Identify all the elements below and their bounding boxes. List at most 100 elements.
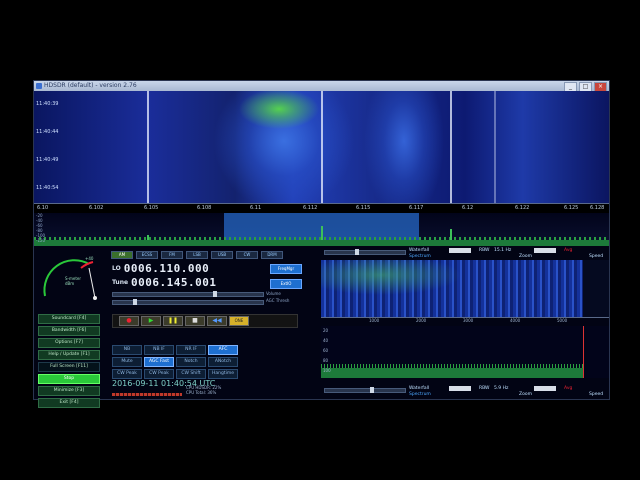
spectrum-peak [450,229,452,240]
af-db-label: 20 [323,328,329,333]
freqmgr-button[interactable]: FreqMgr [270,264,302,274]
soundcard-button[interactable]: Soundcard [F4] [38,314,100,324]
minimize-app-button[interactable]: Minimize [F3] [38,386,100,396]
db-label: -120 [36,238,46,243]
tab-drm[interactable]: DRM [261,251,283,259]
spectrum-label-2: Spectrum [409,392,431,397]
af-spectrum[interactable]: 20 40 60 80 100 [321,326,609,378]
s-meter-units: dBm [65,281,75,286]
freq-tick: 6.105 [144,205,159,211]
play-icon[interactable]: ▶ [141,316,161,326]
af-tick: 1000 [369,318,380,323]
speed-label-2: Speed [589,392,604,397]
agc-thresh-slider[interactable] [112,299,264,305]
tab-am[interactable]: AM [111,251,133,259]
freq-tick: 6.128 [590,205,605,211]
af-waterfall-empty [583,260,609,317]
waterfall-carrier-line [450,91,452,203]
loop-button[interactable]: ONE [229,316,249,326]
af-db-label: 40 [323,338,329,343]
waterfall-box-2[interactable] [449,386,471,391]
nb-button[interactable]: NB [112,345,142,355]
tab-lsb[interactable]: LSB [186,251,208,259]
cw-shift-button[interactable]: CW Shift [176,369,206,379]
freq-tick: 6.125 [564,205,579,211]
waterfall-box[interactable] [449,248,471,253]
nr-if-button[interactable]: NR IF [176,345,206,355]
waterfall-slider-2[interactable] [324,387,406,393]
rbw-label-2: RBW [479,386,490,391]
s-meter: +40 S-meter dBm [37,254,103,304]
dsp-button-grid: NB NB IF NR IF AFC Mute AGC Fast Notch A… [112,345,238,379]
control-panel: +40 S-meter dBm Soundcard [F4] Bandwidth… [34,246,609,408]
notch-button[interactable]: Notch [176,357,206,367]
waterfall-timestamp: 11:40:49 [36,157,59,163]
speed-label: Speed [589,254,604,259]
waterfall-slider[interactable] [324,249,406,255]
options-button[interactable]: Options [F7] [38,338,100,348]
exit-button[interactable]: Exit [F4] [38,398,100,408]
afc-button[interactable]: AFC [208,345,238,355]
spectrum-peak [147,235,149,240]
main-spectrum[interactable]: -20 -40 -60 -80 -100 -120 [34,213,609,246]
freq-tick: 6.115 [356,205,371,211]
tab-ecss[interactable]: ECSS [136,251,158,259]
spectrum-peak [321,226,323,240]
stop-button[interactable]: Stop [38,374,100,384]
af-controls-bottom: Waterfall RBW 5.9 Hz Avg Spectrum Zoom S… [324,386,609,397]
rewind-icon[interactable]: ◀◀ [207,316,227,326]
hangtime-button[interactable]: Hangtime [208,369,238,379]
freq-tick: 6.102 [89,205,104,211]
rbw-value-2[interactable]: 5.9 Hz [494,386,508,391]
freq-tick: 6.122 [515,205,530,211]
help-update-button[interactable]: Help / Update [F1] [38,350,100,360]
waterfall-label: Waterfall [409,248,430,253]
agc-thresh-label: AGC Thresh [266,298,290,303]
waterfall-carrier-line [494,91,496,203]
af-db-label: 60 [323,348,329,353]
title-bar[interactable]: HDSDR (default) - version 2.76 _ □ × [34,81,609,92]
full-screen-button[interactable]: Full Screen [F11] [38,362,100,372]
anotch-button[interactable]: ANotch [208,357,238,367]
freq-tick: 6.112 [303,205,318,211]
bandwidth-button[interactable]: Bandwidth [F6] [38,326,100,336]
avg-label: Avg [564,248,573,253]
mute-button[interactable]: Mute [112,357,142,367]
af-spectrum-floor [321,368,583,378]
af-db-label: 100 [323,368,331,373]
main-waterfall[interactable]: 11:40:39 11:40:44 11:40:49 11:40:54 [34,91,609,203]
waterfall-label-2: Waterfall [409,386,430,391]
volume-slider[interactable] [112,291,264,297]
avg-box[interactable] [534,248,556,253]
lo-frequency-display[interactable]: 0006.110.000 [124,262,209,275]
lo-frequency-row: LO 0006.110.000 [112,262,209,275]
tab-cw[interactable]: CW [236,251,258,259]
avg-box-2[interactable] [534,386,556,391]
cw-peak-button[interactable]: CW Peak [112,369,142,379]
tune-frequency-row: Tune 0006.145.001 [112,276,217,289]
tab-fm[interactable]: FM [161,251,183,259]
avg-label-2: Avg [564,386,573,391]
rbw-value[interactable]: 15.1 Hz [494,248,511,253]
transport-bar: ● ▶ ❚❚ ■ ◀◀ ONE [112,314,298,328]
rbw-label: RBW [479,248,490,253]
af-controls-top: Waterfall RBW 15.1 Hz Avg Spectrum Zoom … [324,248,609,259]
stop-icon[interactable]: ■ [185,316,205,326]
window-title: HDSDR (default) - version 2.76 [44,82,137,89]
tune-frequency-display[interactable]: 0006.145.001 [131,276,216,289]
record-icon[interactable]: ● [119,316,139,326]
cw-peak-button-2[interactable]: CW Peak [144,369,174,379]
agc-fast-button[interactable]: AGC Fast [144,357,174,367]
tab-usb[interactable]: USB [211,251,233,259]
nb-if-button[interactable]: NB IF [144,345,174,355]
waterfall-timestamp: 11:40:44 [36,129,59,135]
extio-button[interactable]: ExtIO [270,279,302,289]
af-waterfall[interactable] [321,260,583,317]
tune-label: Tune [112,279,129,286]
pause-icon[interactable]: ❚❚ [163,316,183,326]
zoom-label: Zoom [519,254,532,259]
af-cutoff-marker[interactable] [583,326,584,378]
zoom-label-2: Zoom [519,392,532,397]
freq-tick: 6.11 [250,205,262,211]
volume-label: Volume [266,291,281,296]
